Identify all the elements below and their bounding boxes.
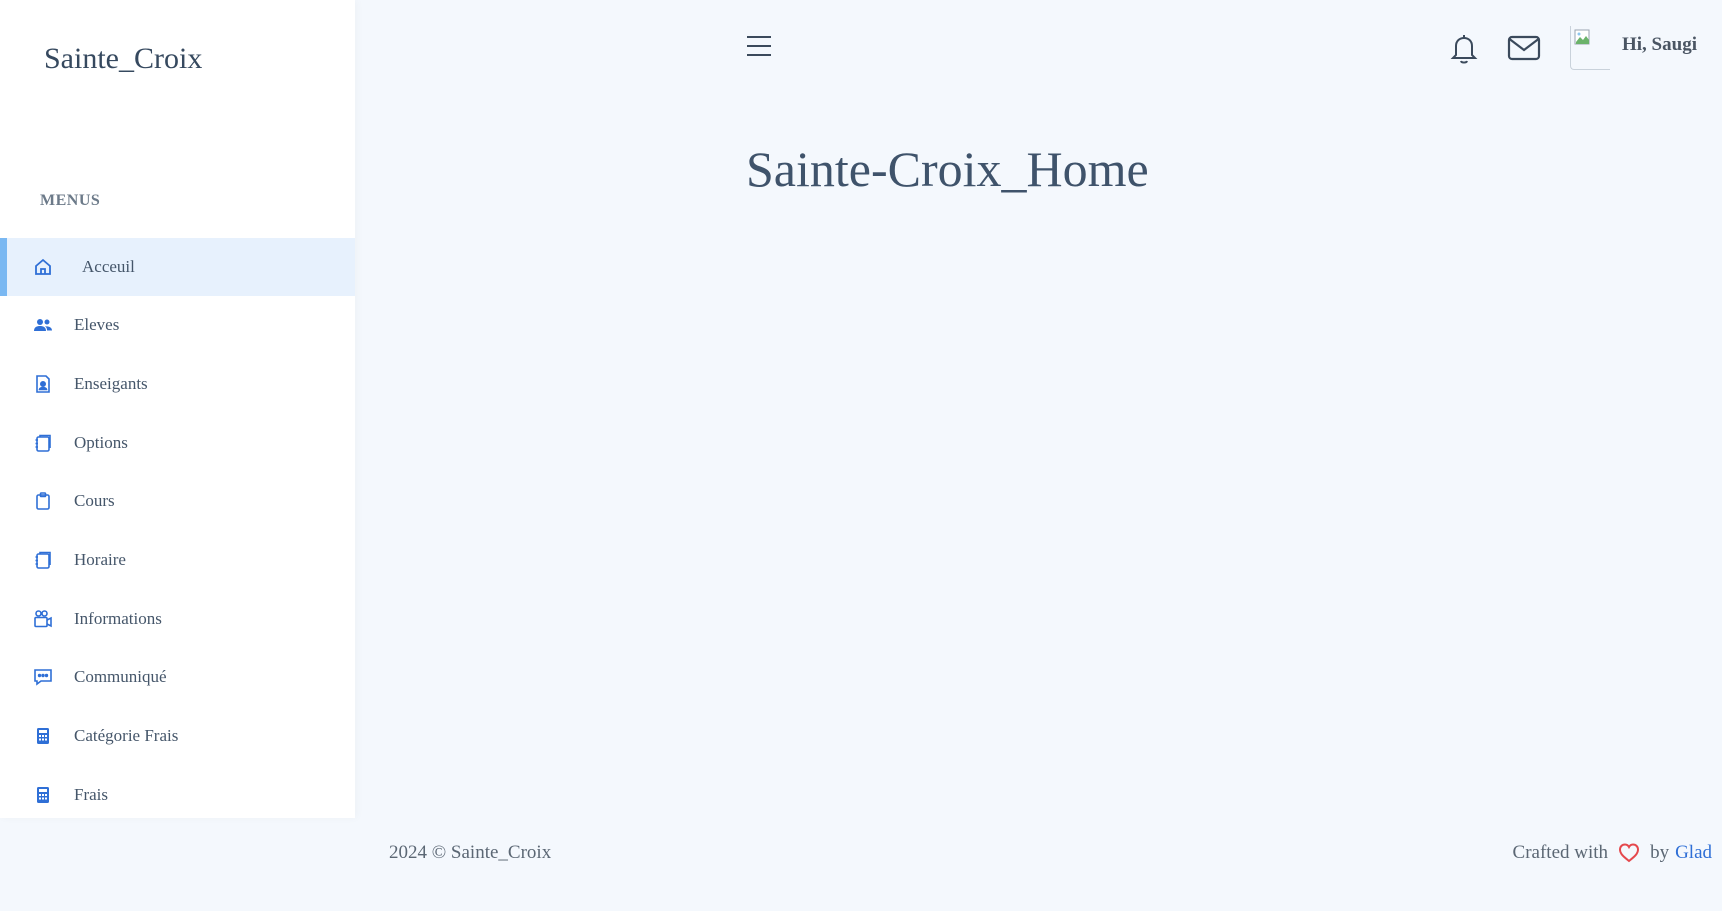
sidebar-item-enseigants[interactable]: Enseigants (0, 355, 355, 414)
sidebar-item-label: Enseigants (74, 374, 148, 394)
camera-icon (33, 609, 53, 629)
sidebar-item-label: Catégorie Frais (74, 726, 179, 746)
users-icon (33, 315, 53, 335)
broken-image-icon (1574, 29, 1592, 47)
footer-by-text: by (1650, 842, 1670, 863)
messages-button[interactable] (1507, 32, 1541, 67)
sidebar-item-acceuil[interactable]: Acceuil (0, 238, 355, 296)
mail-icon (1507, 35, 1541, 66)
user-greeting[interactable]: Hi, Saugi (1622, 34, 1697, 56)
sidebar: Sainte_Croix MENUS Acceuil Eleves Enseig… (0, 0, 355, 818)
author-link[interactable]: Glad (1675, 842, 1712, 864)
menu-toggle-button[interactable] (747, 36, 773, 58)
sidebar-item-label: Horaire (74, 550, 126, 570)
message-icon (33, 667, 53, 687)
notebook-icon (33, 550, 53, 570)
sidebar-item-label: Options (74, 432, 128, 452)
footer-credits: Crafted with by Glad (1513, 842, 1712, 864)
sidebar-item-categorie-frais[interactable]: Catégorie Frais (0, 707, 355, 766)
sidebar-item-informations[interactable]: Informations (0, 589, 355, 648)
sidebar-item-frais[interactable]: Frais (0, 766, 355, 825)
sidebar-item-label: Acceuil (82, 257, 135, 276)
heart-icon (1618, 843, 1640, 863)
home-icon (33, 257, 53, 277)
sidebar-item-communique[interactable]: Communiqué (0, 648, 355, 707)
sidebar-item-options[interactable]: Options (0, 413, 355, 472)
footer-crafted-text: Crafted with (1512, 842, 1609, 863)
footer-copyright: 2024 © Sainte_Croix (389, 842, 552, 863)
brand-logo[interactable]: Sainte_Croix (44, 42, 202, 76)
sidebar-item-label: Eleves (74, 315, 120, 335)
sidebar-item-label: Communiqué (74, 667, 167, 687)
calculator-icon (33, 785, 53, 805)
sidebar-item-label: Cours (74, 491, 115, 511)
contact-card-icon (33, 374, 53, 394)
notifications-button[interactable] (1449, 32, 1479, 71)
sidebar-nav: Acceuil Eleves Enseigants Options Cours … (0, 238, 355, 824)
page-title: Sainte-Croix_Home (746, 141, 1149, 197)
sidebar-item-cours[interactable]: Cours (0, 472, 355, 531)
avatar[interactable] (1570, 26, 1610, 70)
sidebar-item-horaire[interactable]: Horaire (0, 531, 355, 590)
clipboard-icon (33, 491, 53, 511)
sidebar-item-label: Informations (74, 608, 162, 628)
sidebar-item-label: Frais (74, 784, 108, 804)
app: Sainte_Croix MENUS Acceuil Eleves Enseig… (0, 0, 1722, 911)
calculator-icon (33, 726, 53, 746)
menu-section-title: MENUS (40, 192, 101, 209)
hamburger-icon (747, 36, 771, 38)
sidebar-item-eleves[interactable]: Eleves (0, 296, 355, 355)
bell-icon (1449, 35, 1479, 70)
notebook-icon (33, 433, 53, 453)
